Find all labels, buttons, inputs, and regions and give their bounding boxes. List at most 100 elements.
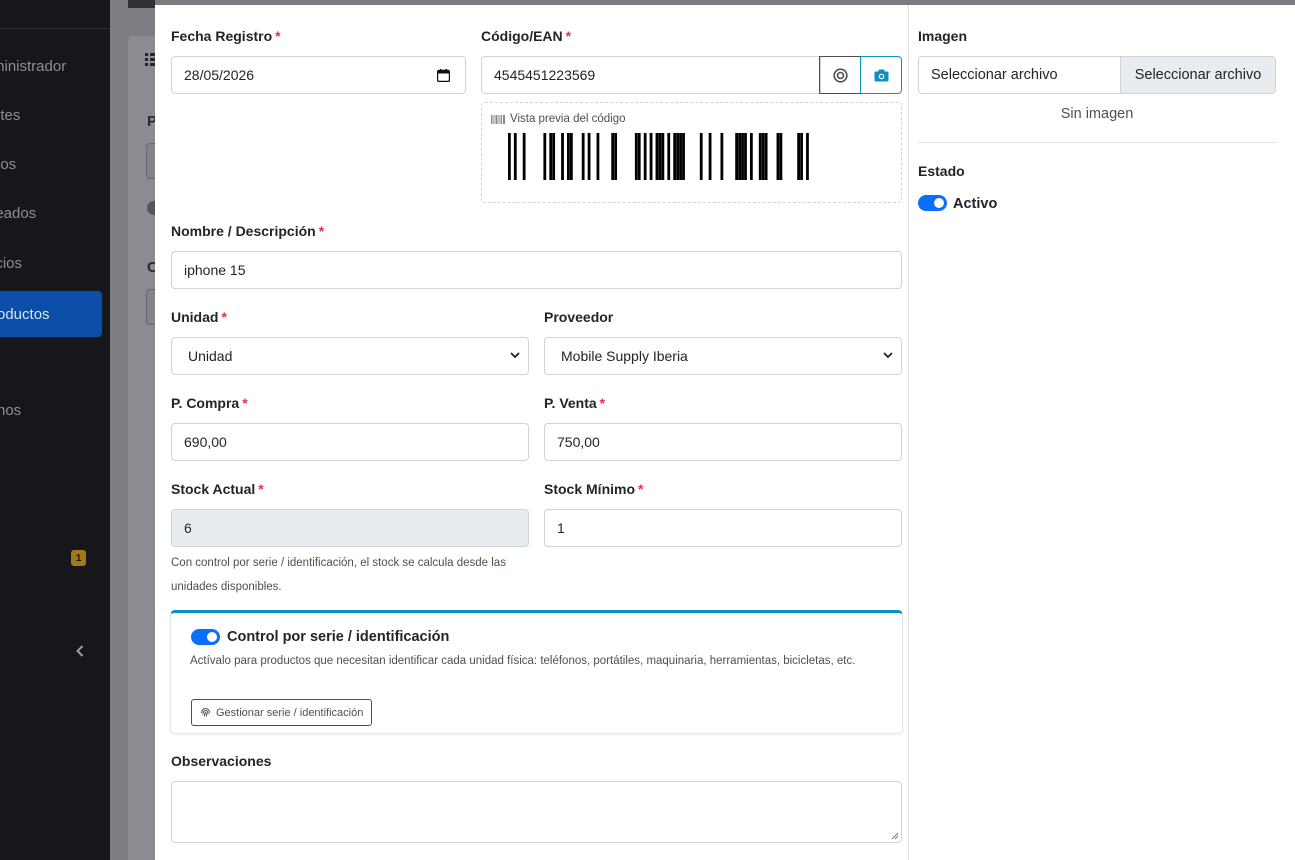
barcode-bar: [749, 133, 753, 180]
sidebar-item-administrador[interactable]: ministrador: [0, 43, 110, 89]
sidebar-item-label: pos: [0, 155, 17, 173]
barcode-image: [508, 133, 809, 180]
sidebar: ministrador ntes pos leados icios roduct…: [0, 0, 110, 860]
chevron-down-icon: [883, 352, 893, 359]
codigo-input[interactable]: 4545451223569: [481, 56, 821, 94]
gestionar-serie-button-label: Gestionar serie / identificación: [216, 706, 364, 719]
required-mark: *: [318, 223, 325, 239]
required-mark: *: [599, 395, 606, 411]
chevron-down-icon: [510, 352, 520, 359]
gestionar-serie-button[interactable]: Gestionar serie / identificación: [191, 699, 373, 726]
imagen-label: Imagen: [918, 28, 968, 44]
unidad-label: Unidad *: [171, 309, 227, 325]
barcode-bar: [806, 133, 809, 180]
file-name-display: Seleccionar archivo: [931, 67, 1058, 83]
nombre-label-text: Nombre / Descripción: [171, 223, 316, 239]
image-file-input[interactable]: Seleccionar archivo Seleccionar archivo: [918, 56, 1276, 94]
codigo-label-text: Código/EAN: [481, 28, 563, 44]
fecha-label-text: Fecha Registro: [171, 28, 273, 44]
sidebar-item-equipos[interactable]: pos: [0, 141, 110, 187]
barcode-bar: [634, 133, 638, 180]
observaciones-textarea[interactable]: [171, 781, 902, 843]
barcode-bar: [679, 133, 682, 180]
barcode-bar: [738, 133, 741, 180]
barcode-bar: [614, 133, 618, 180]
sidebar-item-extra[interactable]: s: [0, 436, 110, 482]
sidebar-item-label: roductos: [0, 305, 50, 323]
serie-toggle[interactable]: [191, 629, 220, 645]
select-file-button[interactable]: Seleccionar archivo: [1120, 57, 1275, 93]
barcode-bar: [661, 133, 665, 180]
p-venta-label-text: P. Venta: [544, 395, 597, 411]
proveedor-select[interactable]: Mobile Supply Iberia: [544, 337, 902, 375]
nombre-label: Nombre / Descripción *: [171, 223, 324, 239]
stock-help-text: Con control por serie / identificación, …: [171, 557, 506, 593]
p-venta-value: 750,00: [557, 434, 600, 450]
barcode-bar: [649, 133, 653, 180]
sidebar-item-label: rnos: [0, 401, 22, 419]
fecha-input[interactable]: 28/05/2026: [171, 56, 466, 94]
panel-divider: [918, 142, 1277, 143]
calendar-icon[interactable]: [436, 69, 451, 85]
product-modal: Fecha Registro * 28/05/2026 Código/EAN * 4…: [155, 5, 1295, 860]
barcode-bar: [549, 133, 553, 180]
stock-actual-input: 6: [171, 509, 529, 547]
required-mark: *: [258, 481, 264, 497]
barcode-bar: [643, 133, 647, 180]
barcode-bar: [735, 133, 739, 180]
serie-control-card: Control por serie / identificación Actív…: [170, 610, 903, 734]
barcode-bar: [708, 133, 712, 180]
required-mark: *: [221, 309, 227, 325]
activo-label: Activo: [953, 196, 998, 212]
unidad-select[interactable]: Unidad: [171, 337, 529, 375]
barcode-bar: [655, 133, 659, 180]
sidebar-item-turnos[interactable]: rnos: [0, 387, 110, 433]
sidebar-item-servicios[interactable]: icios: [0, 240, 110, 286]
stock-minimo-input[interactable]: 1: [544, 509, 902, 547]
sidebar-item-label: ntes: [0, 106, 21, 124]
unidad-value: Unidad: [188, 348, 233, 364]
sidebar-item-clientes[interactable]: ntes: [0, 92, 110, 138]
estado-toggle[interactable]: [918, 195, 947, 211]
serie-description: Actívalo para productos que necesitan id…: [190, 655, 856, 667]
barcode-bar: [569, 133, 573, 180]
nombre-value: iphone 15: [184, 262, 246, 278]
stock-actual-label: Stock Actual *: [171, 481, 264, 497]
required-mark: *: [242, 395, 248, 411]
resize-handle-icon[interactable]: [891, 832, 899, 840]
barcode-bar: [800, 133, 803, 180]
barcode-preview: Vista previa del código: [481, 102, 902, 203]
scan-target-button[interactable]: [819, 56, 861, 94]
target-icon: [832, 67, 848, 83]
barcode-bar: [673, 133, 677, 180]
barcode-bar: [513, 133, 517, 180]
sidebar-item-label: icios: [0, 254, 23, 272]
chevron-left-icon[interactable]: [76, 644, 84, 662]
sidebar-item-productos[interactable]: roductos: [0, 291, 102, 337]
no-image-text: Sin imagen: [1060, 106, 1134, 122]
stock-actual-value: 6: [184, 520, 192, 536]
barcode-bar: [543, 133, 547, 180]
stock-minimo-value: 1: [557, 520, 565, 536]
barcode-bar: [797, 133, 800, 180]
p-compra-input[interactable]: 690,00: [171, 423, 529, 461]
barcode-bar: [776, 133, 780, 180]
nombre-input[interactable]: iphone 15: [171, 251, 902, 289]
camera-scan-button[interactable]: [860, 56, 902, 94]
notification-badge: 1: [71, 550, 86, 566]
p-venta-input[interactable]: 750,00: [544, 423, 902, 461]
barcode-bar: [682, 133, 685, 180]
barcode-bar: [779, 133, 783, 180]
fingerprint-icon: [201, 707, 210, 717]
sidebar-item-label: ministrador: [0, 57, 67, 75]
p-compra-label-text: P. Compra: [171, 395, 240, 411]
sidebar-item-empleados[interactable]: leados: [0, 190, 110, 236]
barcode-bar: [658, 133, 662, 180]
camera-icon: [874, 69, 888, 81]
fecha-label: Fecha Registro *: [171, 28, 281, 44]
barcode-bar: [741, 133, 744, 180]
barcode-bar: [561, 133, 564, 180]
codigo-value: 4545451223569: [494, 67, 596, 83]
p-compra-label: P. Compra *: [171, 395, 248, 411]
barcode-bar: [761, 133, 765, 180]
